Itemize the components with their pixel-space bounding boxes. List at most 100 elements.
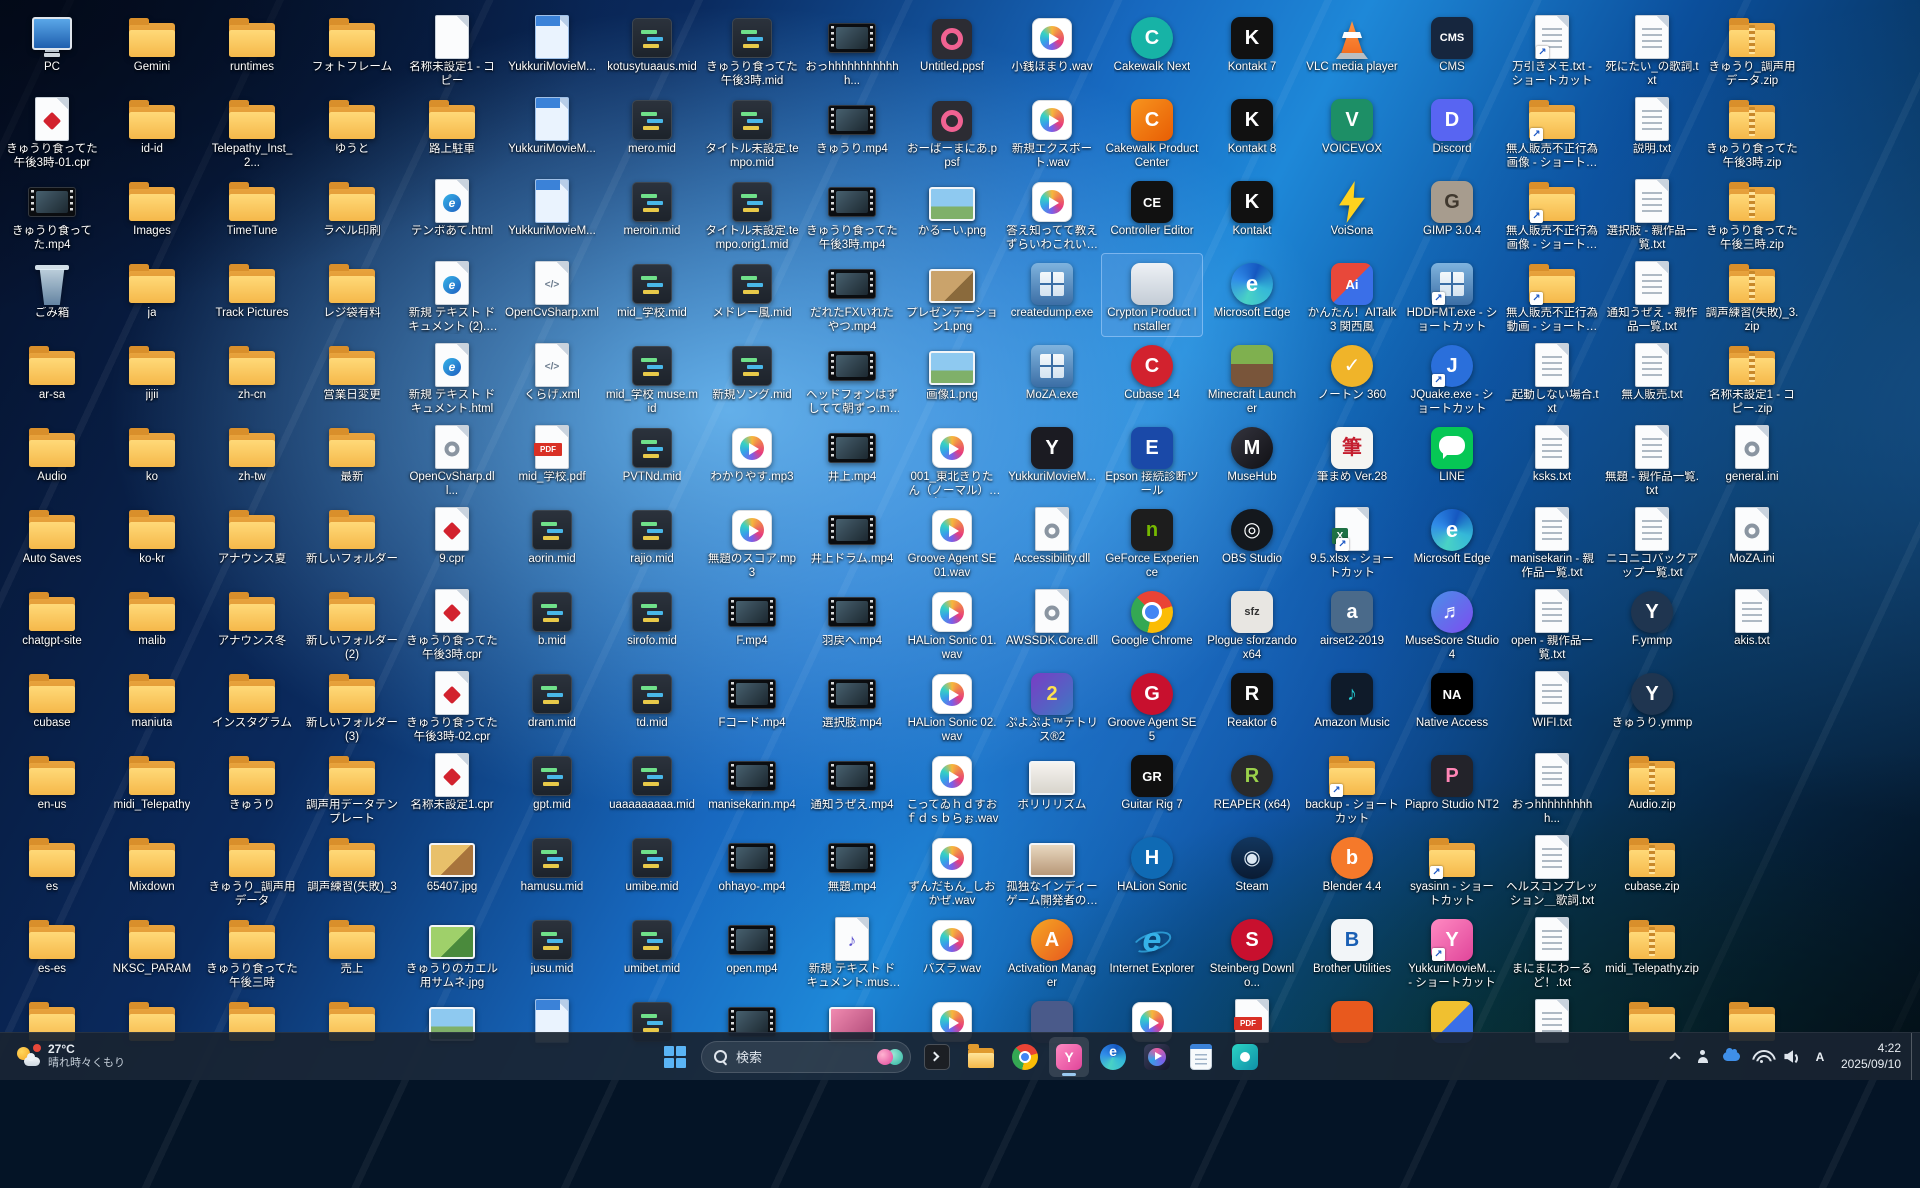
desktop-icon[interactable]: bBlender 4.4 [1302,828,1402,910]
start-button[interactable] [655,1037,695,1077]
desktop-icon[interactable]: b.mid [502,582,602,664]
desktop-icon[interactable]: 通知うぜえ.mp4 [802,746,902,828]
desktop-icon[interactable]: 選択肢.mp4 [802,664,902,746]
desktop-icon[interactable]: 無人販売.txt [1602,336,1702,418]
desktop-icon[interactable]: ♪新規 テキスト ドキュメント.musicxml [802,910,902,992]
desktop-icon[interactable]: かるーい.png [902,172,1002,254]
desktop-icon[interactable]: Track Pictures [202,254,302,336]
desktop-icon[interactable]: きゅうり食ってた午後3時-02.cpr [402,664,502,746]
desktop-icon[interactable]: open.mp4 [702,910,802,992]
desktop-icon[interactable]: Telepathy_Inst_2... [202,90,302,172]
taskbar-app-notepad[interactable] [1181,1037,1221,1077]
desktop-icon[interactable]: 新しいフォルダー [302,500,402,582]
desktop-icon[interactable]: きゅうり食ってた午後3時.cpr [402,582,502,664]
desktop-icon[interactable]: VLC media player [1302,8,1402,90]
desktop-icon[interactable]: 調声練習(失敗)_3 [302,828,402,910]
desktop-icon[interactable]: 井上ドラム.mp4 [802,500,902,582]
desktop-icon[interactable]: 死にたい_の歌詞.txt [1602,8,1702,90]
desktop-icon[interactable]: きゅうり_調声用データ.zip [1702,8,1802,90]
desktop-icon[interactable]: MMuseHub [1202,418,1302,500]
desktop-icon[interactable]: runtimes [202,8,302,90]
desktop-icon[interactable]: open - 親作品一覧.txt [1502,582,1602,664]
clock[interactable]: 4:22 2025/09/10 [1835,1037,1907,1077]
desktop-icon[interactable]: OpenCvSharp.dll... [402,418,502,500]
desktop-icon[interactable]: きゅうり食ってた.mp4 [2,172,102,254]
desktop-icon[interactable]: Untitled.ppsf [902,8,1002,90]
desktop-icon[interactable]: ja [102,254,202,336]
desktop-icon[interactable]: おっhhhhhhhhhh... [1502,746,1602,828]
desktop-icon[interactable]: chatgpt-site [2,582,102,664]
desktop-icon[interactable]: F.mp4 [702,582,802,664]
desktop-icon[interactable]: umibet.mid [602,910,702,992]
desktop-icon[interactable]: meroin.mid [602,172,702,254]
desktop-icon[interactable]: ↗HDDFMT.exe - ショートカット [1402,254,1502,336]
desktop-icon[interactable]: ar-sa [2,336,102,418]
desktop-icon[interactable]: TimeTune [202,172,302,254]
desktop-icon[interactable]: DDiscord [1402,90,1502,172]
desktop-icon[interactable]: aairset2-2019 [1302,582,1402,664]
desktop-icon[interactable]: YukkuriMovieM... [502,90,602,172]
desktop-icon[interactable]: 売上 [302,910,402,992]
desktop-icon[interactable]: mid_学校 muse.mid [602,336,702,418]
desktop-icon[interactable]: 無題.mp4 [802,828,902,910]
desktop-icon[interactable]: HALion Sonic 02.wav [902,664,1002,746]
desktop-icon[interactable]: 新しいフォルダー (2) [302,582,402,664]
desktop-icon[interactable]: ◉Steam [1202,828,1302,910]
desktop-icon[interactable]: Auto Saves [2,500,102,582]
desktop-icon[interactable]: ずんだもん_しおかぜ.wav [902,828,1002,910]
desktop-icon[interactable]: ヘルスコンプレッション＿歌詞.txt [1502,828,1602,910]
desktop-icon[interactable]: mero.mid [602,90,702,172]
desktop-icon[interactable]: Minecraft Launcher [1202,336,1302,418]
desktop-icon[interactable]: CCakewalk Next [1102,8,1202,90]
desktop-icon[interactable]: hamusu.mid [502,828,602,910]
desktop-icon[interactable]: GGIMP 3.0.4 [1402,172,1502,254]
desktop-icon[interactable]: Mixdown [102,828,202,910]
weather-widget[interactable]: 27°C 晴れ時々くもり [6,1033,135,1080]
desktop-icon[interactable]: ↗無人販売不正行為画像 - ショートカッ... [1502,90,1602,172]
desktop-icon[interactable]: Yきゅうり.ymmp [1602,664,1702,746]
taskbar-app-microsoft-edge[interactable]: e [1093,1037,1133,1077]
desktop-icon[interactable]: AWSSDK.Core.dll [1002,582,1102,664]
desktop-icon[interactable]: RREAPER (x64) [1202,746,1302,828]
desktop-icon[interactable]: アナウンス冬 [202,582,302,664]
desktop-icon[interactable]: dram.mid [502,664,602,746]
desktop-icon[interactable]: RReaktor 6 [1202,664,1302,746]
desktop-icon[interactable]: GRGuitar Rig 7 [1102,746,1202,828]
desktop-icon[interactable]: akis.txt [1702,582,1802,664]
tray-overflow-button[interactable] [1662,1037,1688,1077]
desktop-icon[interactable]: Aiかんたん！AITalk 3 関西風 [1302,254,1402,336]
desktop-icon[interactable]: GGroove Agent SE 5 [1102,664,1202,746]
desktop-icon[interactable]: 小銭ほまり.wav [1002,8,1102,90]
desktop-icon[interactable]: Images [102,172,202,254]
desktop-icon[interactable]: 通知うぜえ - 親作品一覧.txt [1602,254,1702,336]
desktop-icon[interactable]: X↗9.5.xlsx - ショートカット [1302,500,1402,582]
desktop-icon[interactable]: ↗backup - ショートカット [1302,746,1402,828]
taskbar-app-file-explorer[interactable] [961,1037,1001,1077]
desktop-icon[interactable]: Crypton Product Installer [1102,254,1202,336]
taskbar-app-app-teal[interactable] [1225,1037,1265,1077]
desktop-icon[interactable]: だれたFXいれたやつ.mp4 [802,254,902,336]
desktop-icon[interactable]: ♪Amazon Music [1302,664,1402,746]
desktop-icon[interactable]: eMicrosoft Edge [1402,500,1502,582]
desktop-icon[interactable]: ↗無人販売不正行為画像 - ショートカット [1502,172,1602,254]
search-box[interactable]: 検索 [701,1041,911,1073]
desktop-icon[interactable]: ohhayo-.mp4 [702,828,802,910]
desktop-icon[interactable]: ゆうと [302,90,402,172]
desktop-icon[interactable]: id-id [102,90,202,172]
desktop-icon[interactable]: 答え知ってて教えずらいわこれい.wav [1002,172,1102,254]
desktop-icon[interactable]: きゅうり [202,746,302,828]
desktop-icon[interactable]: J↗JQuake.exe - ショートカット [1402,336,1502,418]
tray-cloud-button[interactable] [1718,1037,1745,1077]
desktop-icon[interactable]: midi_Telepathy.zip [1602,910,1702,992]
desktop-icon[interactable]: eMicrosoft Edge [1202,254,1302,336]
desktop-icon[interactable]: gpt.mid [502,746,602,828]
desktop-icon[interactable]: HHALion Sonic [1102,828,1202,910]
desktop-icon[interactable]: YukkuriMovieM... [502,8,602,90]
desktop-icon[interactable]: eテンポあて.html [402,172,502,254]
desktop-icon[interactable]: cubase.zip [1602,828,1702,910]
desktop-icon[interactable]: HALion Sonic 01.wav [902,582,1002,664]
desktop-icon[interactable]: MoZA.ini [1702,500,1802,582]
desktop-icon[interactable]: es [2,828,102,910]
desktop-icon[interactable]: 羽戻へ.mp4 [802,582,902,664]
desktop-icon[interactable]: Audio.zip [1602,746,1702,828]
